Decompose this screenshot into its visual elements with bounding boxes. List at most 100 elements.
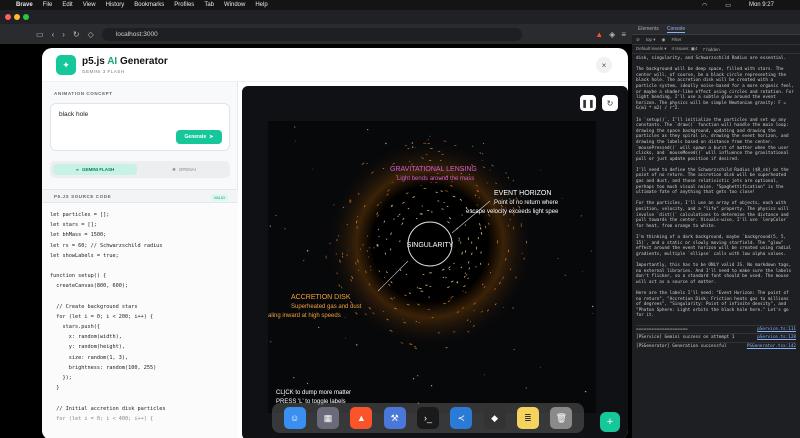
log-source-link[interactable]: PSGenerator.tsx:142 [747,344,796,350]
menu-bookmarks[interactable]: Bookmarks [134,2,164,8]
generate-label: Generate [184,134,207,140]
minimize-window-button[interactable] [14,14,20,20]
menu-view[interactable]: View [83,2,96,8]
code-line: x: random(width), [50,334,122,341]
issues-button[interactable]: 4 Issues: ▣4 [672,46,698,52]
log-row: [PService] Gemini success on attempt 1 pS… [636,333,796,342]
zoom-window-button[interactable] [23,14,29,20]
add-button[interactable]: + [600,412,620,432]
extension-icon[interactable]: ◈ [609,30,615,39]
refresh-icon[interactable]: ↻ [602,95,618,111]
black-hole-scene: SINGULARITY GRAVITATIONAL LENSING Light … [268,126,594,405]
tab-console[interactable]: Console [666,26,686,33]
code-header: P5.JS SOURCE CODE VALID [42,189,238,203]
xcode-icon[interactable]: ⚒ [383,407,406,429]
valid-badge: VALID [210,194,228,201]
back-icon[interactable]: ‹ [52,30,55,39]
menu-tab[interactable]: Tab [204,2,214,8]
model-gemini-button[interactable]: ∞ GEMINI FLASH [53,164,137,175]
star [284,228,286,230]
code-editor[interactable]: let particles = []; let stars = []; let bh… [42,203,238,438]
generate-button[interactable]: Generate ➤ [176,130,222,144]
dock: ☺ ▦ ▲ ⚒ ›_ ≺ ◆ ≣ 🗑 [272,403,584,433]
log-row-text: [PService] Gemini success on attempt 1 [636,335,735,341]
star [294,126,296,128]
concept-value[interactable]: black hole [59,111,88,118]
menu-history[interactable]: History [106,2,125,8]
forward-icon[interactable]: › [62,30,65,39]
star [472,145,474,147]
notes-icon[interactable]: ≣ [516,407,539,429]
model-openai-button[interactable]: ✺ OPENAI [142,164,226,175]
disk-particle [383,276,386,279]
code-line: }); [50,375,72,381]
launchpad-icon[interactable]: ▦ [316,407,339,429]
log-row: [PSGenerator] Generation successful PSGen… [636,341,796,351]
console-log[interactable]: disk, singularity, and Schwarzschild Rad… [632,54,800,352]
model-switcher: ∞ GEMINI FLASH ✺ OPENAI [50,161,230,178]
star [355,344,358,346]
close-icon[interactable]: × [596,57,612,73]
vscode-icon[interactable]: ≺ [450,407,473,429]
brave-icon[interactable]: ▲ [350,407,373,429]
battery-icon[interactable]: ▭ [725,2,731,9]
modal-title: p5.js AI Generator [82,56,168,67]
bookmark-icon[interactable]: ◇ [88,30,94,39]
wifi-icon[interactable]: ◠ [702,2,707,9]
modal-header: ✦ p5.js AI Generator GEMINI 3 FLASH × [42,48,628,82]
disk-particle [442,276,445,278]
title-part-end: Generator [117,56,168,67]
menu-app-name[interactable]: Brave [16,2,33,8]
unity-icon[interactable]: ◆ [483,407,506,429]
star [525,387,527,389]
concept-input[interactable]: black hole Generate ➤ [50,103,230,151]
terminal-icon[interactable]: ›_ [416,407,439,429]
menu-file[interactable]: File [43,2,53,8]
star [429,135,431,137]
log-source-link[interactable]: pService.ts:111 [757,327,796,333]
finder-icon[interactable]: ☺ [283,407,306,429]
star [275,215,277,216]
star [345,337,346,339]
context-selector[interactable]: top ▾ [646,37,656,43]
log-source-link[interactable]: pService.ts:128 [757,335,796,341]
star [303,260,305,262]
menu-icon[interactable]: ≡ [621,30,626,39]
menu-window[interactable]: Window [224,2,245,8]
menu-edit[interactable]: Edit [62,2,72,8]
model-gemini-label: GEMINI FLASH [81,167,115,172]
star [306,249,309,252]
clear-console-icon[interactable]: ⊘ [636,37,640,43]
browser-tab-bar [0,10,800,24]
pause-icon[interactable]: ❚❚ [580,95,596,111]
star [483,142,485,144]
browser-toolbar: ▭ ‹ › ↻ ◇ localhost:3000 ▲ ◈ ≡ [0,24,632,44]
star [590,250,592,252]
menu-profiles[interactable]: Profiles [174,2,194,8]
menu-help[interactable]: Help [255,2,267,8]
brave-shield-icon[interactable]: ▲ [595,30,603,39]
left-panel: ANIMATION CONCEPT black hole Generate ➤ ∞… [42,82,238,438]
generator-modal: ✦ p5.js AI Generator GEMINI 3 FLASH × AN… [42,48,628,438]
tab-elements[interactable]: Elements [638,26,659,32]
clock[interactable]: Mon 9:27 [749,2,774,9]
log-entry: disk, singularity, and Schwarzschild Rad… [636,56,787,61]
code-line: // Create background stars [50,303,138,310]
eye-icon[interactable]: ◉ [662,37,666,43]
p5-canvas[interactable]: SINGULARITY GRAVITATIONAL LENSING Light … [268,121,596,413]
page-content: ✦ p5.js AI Generator GEMINI 3 FLASH × AN… [0,44,632,438]
star [540,366,541,368]
reload-icon[interactable]: ↻ [73,30,80,39]
trash-icon[interactable]: 🗑 [550,407,573,429]
levels-dropdown[interactable]: Default levels ▾ [636,46,667,52]
filter-input[interactable]: Filter [671,37,681,42]
code-line: let bhMass = 1500; [50,232,107,239]
hint-click: CLICK to dump more matter [276,390,351,396]
star [513,348,515,351]
lensing-subtitle: Light bends around the mass [397,176,474,182]
address-bar[interactable]: localhost:3000 [101,27,522,41]
close-window-button[interactable] [5,14,11,20]
sidebar-toggle-icon[interactable]: ▭ [36,30,44,39]
